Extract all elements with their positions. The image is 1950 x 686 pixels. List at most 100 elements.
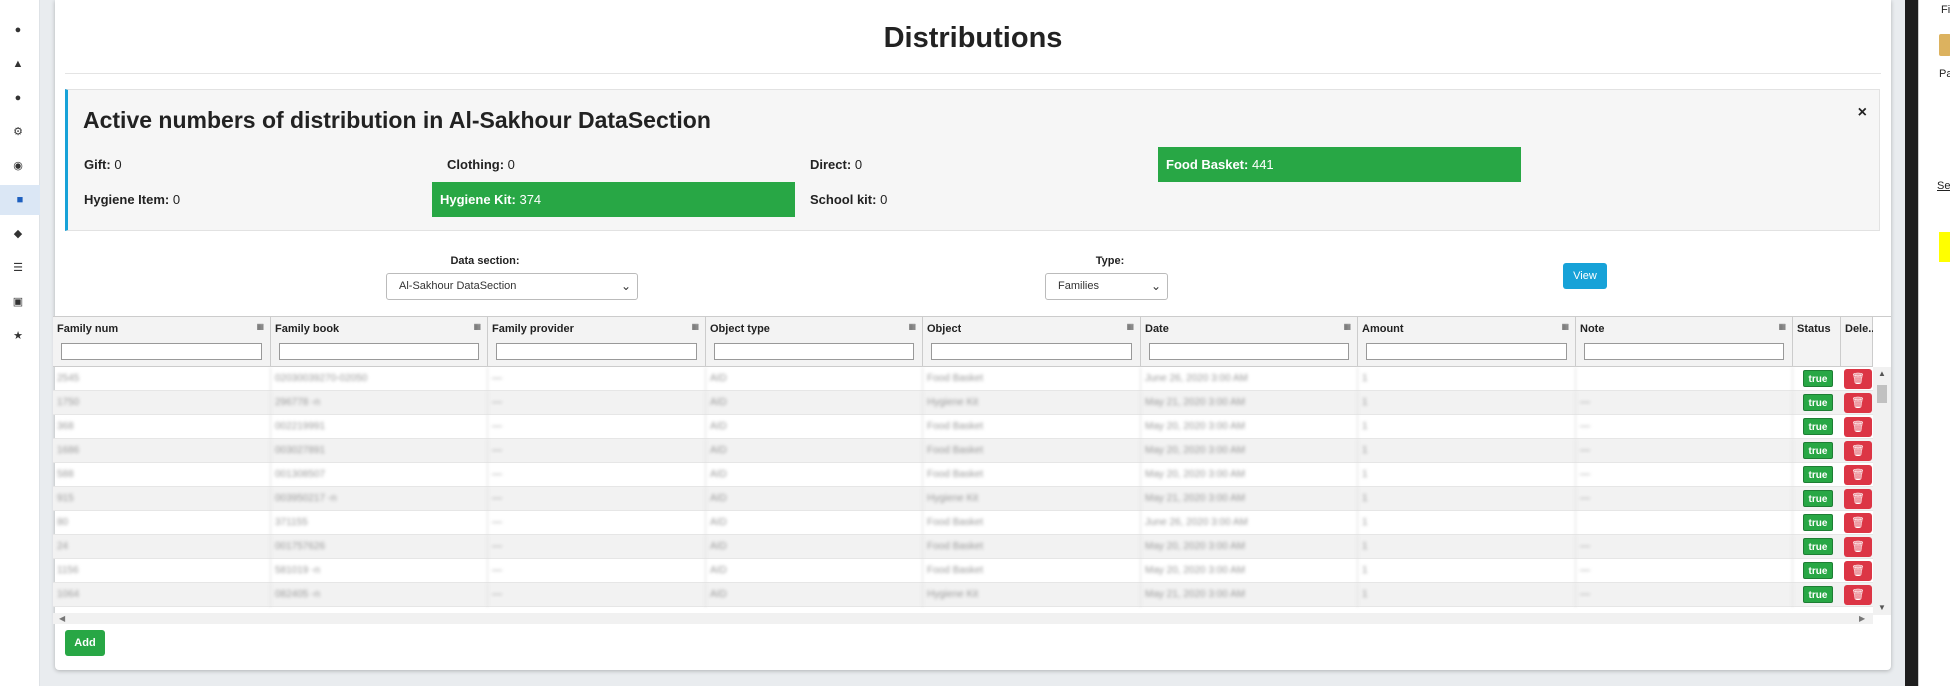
filter-input[interactable]	[61, 343, 262, 360]
distributions-card: Distributions Active numbers of distribu…	[53, 0, 1891, 670]
scroll-up-icon[interactable]: ▲	[1878, 369, 1886, 378]
status-badge[interactable]: true	[1803, 418, 1833, 435]
users-icon[interactable]: ●	[10, 22, 26, 38]
briefcase-icon[interactable]: ▣	[10, 294, 26, 310]
table-cell: —	[488, 511, 706, 535]
table-row[interactable]: 588 001308507— AID Food Basket May 20, 2020 …	[53, 463, 1873, 487]
delete-button[interactable]: 🗑	[1844, 465, 1872, 485]
table-cell: —	[488, 367, 706, 391]
status-badge[interactable]: true	[1803, 370, 1833, 387]
table-cell: June 26, 2020 3:00 AM	[1141, 367, 1358, 391]
type-select[interactable]: Families ⌄	[1045, 273, 1168, 300]
group-icon[interactable]: ●	[10, 90, 26, 106]
table-cell: —	[1576, 439, 1793, 463]
delete-button[interactable]: 🗑	[1844, 561, 1872, 581]
table-cell: 1	[1358, 463, 1576, 487]
data-section-select[interactable]: Al-Sakhour DataSection ⌄	[386, 273, 638, 300]
gear-icon[interactable]: ⚙	[10, 124, 26, 140]
table-row[interactable]: 1156 581019 -n — AID Food Basket May 20, 2020…	[53, 559, 1873, 583]
filter-icon[interactable]: ▦	[1343, 322, 1351, 331]
table-cell: 915	[53, 487, 271, 511]
view-button[interactable]: View	[1563, 263, 1607, 289]
table-cell: Food Basket	[923, 559, 1141, 583]
table-row[interactable]: 24 001757626— AID Food Basket May 20, 2020 3…	[53, 535, 1873, 559]
table-row[interactable]: 1064 082405 -n — AID Hygiene Kit May 21, 2020…	[53, 583, 1873, 607]
filter-input[interactable]	[714, 343, 914, 360]
table-cell: Hygiene Kit	[923, 487, 1141, 511]
status-badge[interactable]: true	[1803, 490, 1833, 507]
delete-button[interactable]: 🗑	[1844, 513, 1872, 533]
table-cell: 1	[1358, 511, 1576, 535]
delete-button[interactable]: 🗑	[1844, 537, 1872, 557]
status-badge[interactable]: true	[1803, 394, 1833, 411]
filter-icon[interactable]: ▦	[473, 322, 481, 331]
distribution-summary-panel: Active numbers of distribution in Al-Sak…	[65, 89, 1880, 231]
circle-dot-icon[interactable]: ◉	[10, 158, 26, 174]
status-badge[interactable]: true	[1803, 586, 1833, 603]
column-header-delete[interactable]: Dele...	[1841, 317, 1873, 367]
filter-icon[interactable]: ▦	[256, 322, 264, 331]
column-header-date[interactable]: Date ▦	[1141, 317, 1358, 367]
table-row[interactable]: 915 003950217 -n — AID Hygiene Kit May 21, 20…	[53, 487, 1873, 511]
column-header-amount[interactable]: Amount ▦	[1358, 317, 1576, 367]
table-cell: May 21, 2020 3:00 AM	[1141, 583, 1358, 607]
table-cell: Food Basket	[923, 535, 1141, 559]
book-icon[interactable]: ■	[0, 185, 40, 215]
trash-icon: 🗑	[1851, 469, 1865, 481]
filter-input[interactable]	[1584, 343, 1784, 360]
table-cell: 1750	[53, 391, 271, 415]
status-badge[interactable]: true	[1803, 562, 1833, 579]
filter-input[interactable]	[279, 343, 479, 360]
filter-input[interactable]	[1149, 343, 1349, 360]
filter-input[interactable]	[1366, 343, 1567, 360]
table-cell: 001757626	[271, 535, 488, 559]
delete-button[interactable]: 🗑	[1844, 393, 1872, 413]
delete-button[interactable]: 🗑	[1844, 417, 1872, 437]
status-badge[interactable]: true	[1803, 514, 1833, 531]
column-header-status[interactable]: Status	[1793, 317, 1841, 367]
scrollbar-thumb[interactable]	[1877, 385, 1887, 403]
column-header-family-num[interactable]: Family num ▦	[53, 317, 271, 367]
sitemap-icon[interactable]: ▲	[10, 56, 26, 72]
column-header-note[interactable]: Note ▦	[1576, 317, 1793, 367]
table-row[interactable]: 368 002219991— AID Food Basket May 20, 2020 …	[53, 415, 1873, 439]
table-row[interactable]: 1686 003027891— AID Food Basket May 20, 2020…	[53, 439, 1873, 463]
horizontal-scrollbar[interactable]: ◀ ▶	[53, 613, 1873, 624]
close-icon[interactable]: ×	[1858, 104, 1867, 122]
person-icon[interactable]: ★	[10, 328, 26, 344]
scroll-down-icon[interactable]: ▼	[1878, 603, 1886, 612]
table-cell: 003027891	[271, 439, 488, 463]
delete-button[interactable]: 🗑	[1844, 369, 1872, 389]
table-cell: —	[488, 559, 706, 583]
filter-icon[interactable]: ▦	[1126, 322, 1134, 331]
delete-button[interactable]: 🗑	[1844, 585, 1872, 605]
filter-icon[interactable]: ▦	[1778, 322, 1786, 331]
filter-input[interactable]	[931, 343, 1132, 360]
filter-icon[interactable]: ▦	[908, 322, 916, 331]
table-cell: AID	[706, 415, 923, 439]
filter-icon[interactable]: ▦	[1561, 322, 1569, 331]
scroll-right-icon[interactable]: ▶	[1859, 614, 1865, 623]
table-cell: 1156	[53, 559, 271, 583]
tag-icon[interactable]: ◆	[10, 226, 26, 242]
table-cell: AID	[706, 535, 923, 559]
vertical-scrollbar[interactable]: ▲ ▼	[1873, 367, 1891, 615]
table-row[interactable]: 80 371155— AID Food Basket June 26, 2020 3:0…	[53, 511, 1873, 535]
column-header-family-book[interactable]: Family book ▦	[271, 317, 488, 367]
status-badge[interactable]: true	[1803, 442, 1833, 459]
filter-input[interactable]	[496, 343, 697, 360]
scroll-left-icon[interactable]: ◀	[59, 614, 65, 623]
add-button[interactable]: Add	[65, 630, 105, 656]
table-row[interactable]: 2545 02030039270-02050— AID Food Basket June…	[53, 367, 1873, 391]
table-row[interactable]: 1750 296778 -n — AID Hygiene Kit May 21, 2020…	[53, 391, 1873, 415]
filter-icon[interactable]: ▦	[691, 322, 699, 331]
status-badge[interactable]: true	[1803, 466, 1833, 483]
status-badge[interactable]: true	[1803, 538, 1833, 555]
list-icon[interactable]: ☰	[10, 260, 26, 276]
column-header-object-type[interactable]: Object type ▦	[706, 317, 923, 367]
delete-button[interactable]: 🗑	[1844, 441, 1872, 461]
column-header-object[interactable]: Object ▦	[923, 317, 1141, 367]
column-header-family-provider[interactable]: Family provider ▦	[488, 317, 706, 367]
delete-button[interactable]: 🗑	[1844, 489, 1872, 509]
distributions-grid: Family num ▦ Family book ▦ Family provider…	[53, 316, 1891, 624]
